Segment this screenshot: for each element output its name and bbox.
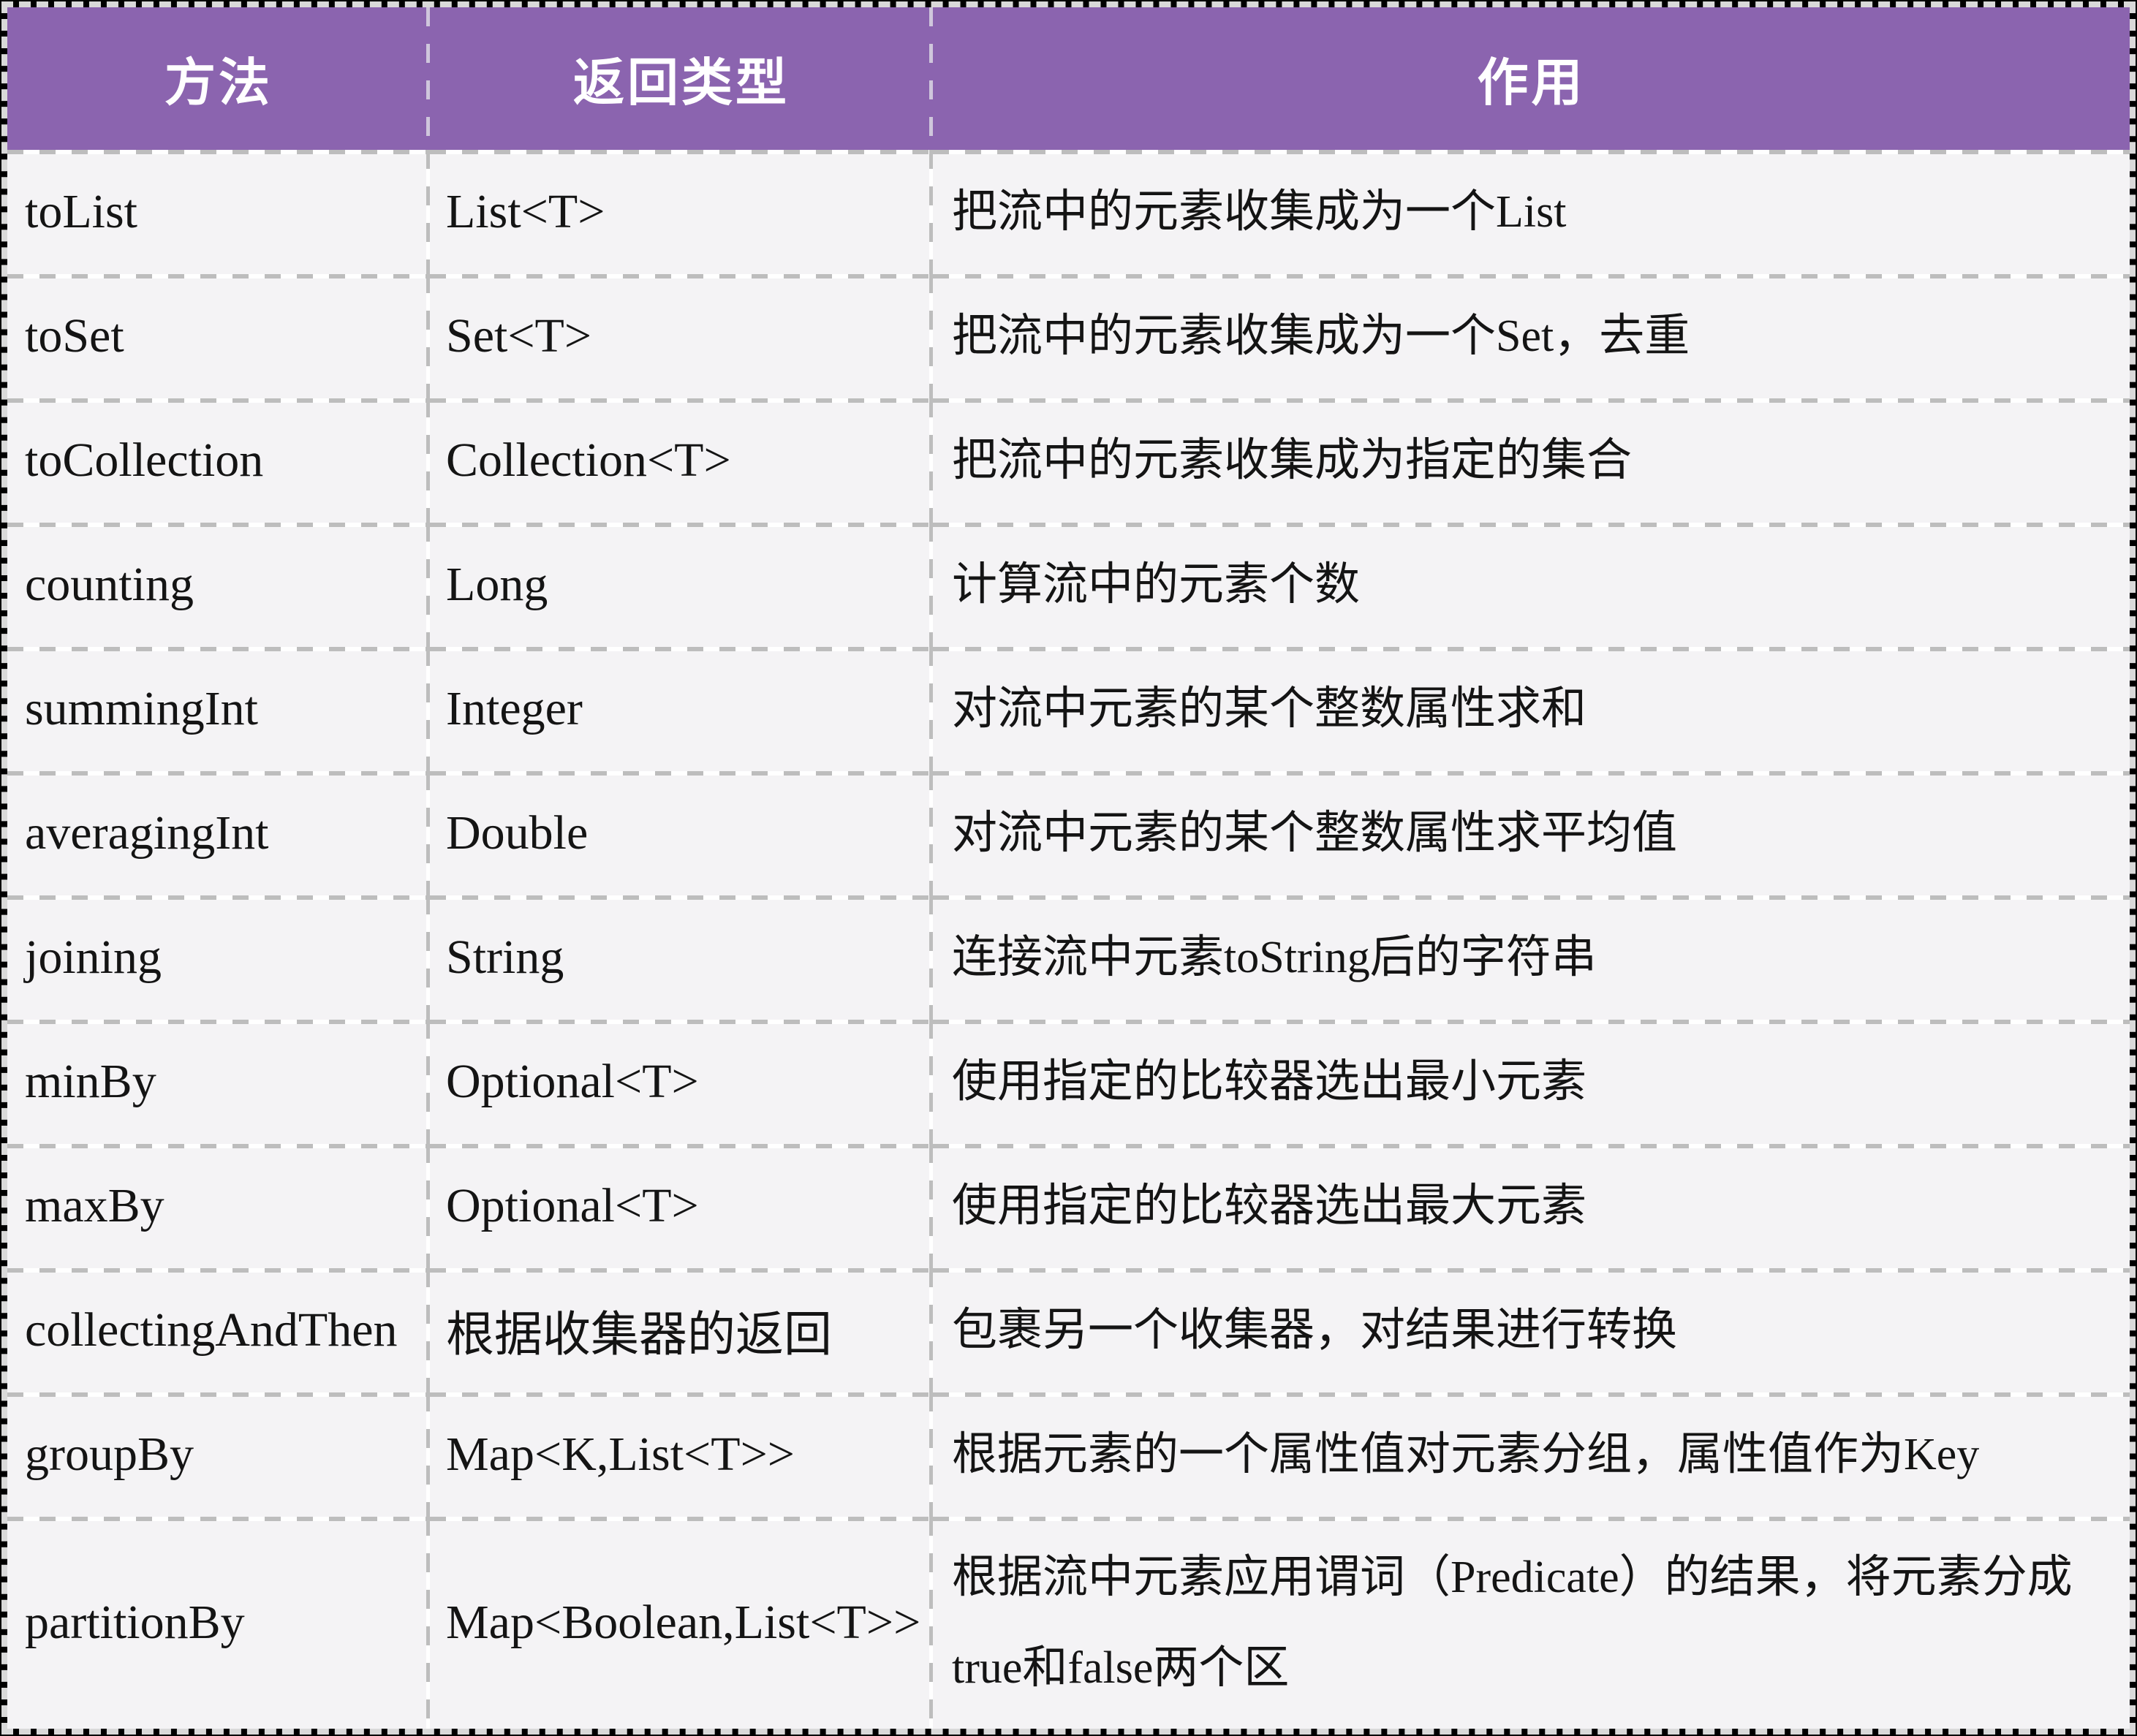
- description-cell: 连接流中元素toString后的字符串: [933, 895, 2130, 1020]
- return-type-cell: Long: [430, 523, 933, 647]
- return-type-cell: List<T>: [430, 150, 933, 274]
- return-type-cell: Integer: [430, 647, 933, 771]
- method-cell: toSet: [7, 274, 430, 398]
- header-cell-method: 方法: [7, 7, 430, 150]
- method-cell: joining: [7, 895, 430, 1020]
- return-type-cell: 根据收集器的返回: [430, 1268, 933, 1392]
- collectors-table-frame: 方法 返回类型 作用 toList List<T> 把流中的元素收集成为一个Li…: [1, 1, 2136, 1735]
- return-type-cell: Optional<T>: [430, 1144, 933, 1268]
- description-cell: 把流中的元素收集成为一个Set，去重: [933, 274, 2130, 398]
- method-cell: toList: [7, 150, 430, 274]
- return-type-cell: String: [430, 895, 933, 1020]
- description-cell: 根据流中元素应用谓词（Predicate）的结果，将元素分成true和false…: [933, 1517, 2130, 1729]
- method-cell: minBy: [7, 1020, 430, 1144]
- collectors-table: 方法 返回类型 作用 toList List<T> 把流中的元素收集成为一个Li…: [7, 7, 2130, 1729]
- description-cell: 包裹另一个收集器，对结果进行转换: [933, 1268, 2130, 1392]
- description-cell: 对流中元素的某个整数属性求和: [933, 647, 2130, 771]
- return-type-cell: Set<T>: [430, 274, 933, 398]
- header-cell-return-type: 返回类型: [430, 7, 933, 150]
- method-cell: summingInt: [7, 647, 430, 771]
- return-type-cell: Double: [430, 771, 933, 895]
- method-cell: partitionBy: [7, 1517, 430, 1729]
- header-cell-purpose: 作用: [933, 7, 2130, 150]
- method-cell: counting: [7, 523, 430, 647]
- return-type-cell: Map<K,List<T>>: [430, 1392, 933, 1517]
- method-cell: averagingInt: [7, 771, 430, 895]
- method-cell: groupBy: [7, 1392, 430, 1517]
- return-type-cell: Map<Boolean,List<T>>: [430, 1517, 933, 1729]
- method-cell: toCollection: [7, 398, 430, 523]
- description-cell: 根据元素的一个属性值对元素分组，属性值作为Key: [933, 1392, 2130, 1517]
- method-cell: maxBy: [7, 1144, 430, 1268]
- description-cell: 把流中的元素收集成为一个List: [933, 150, 2130, 274]
- description-cell: 计算流中的元素个数: [933, 523, 2130, 647]
- description-cell: 使用指定的比较器选出最小元素: [933, 1020, 2130, 1144]
- description-cell: 对流中元素的某个整数属性求平均值: [933, 771, 2130, 895]
- description-cell: 使用指定的比较器选出最大元素: [933, 1144, 2130, 1268]
- return-type-cell: Optional<T>: [430, 1020, 933, 1144]
- return-type-cell: Collection<T>: [430, 398, 933, 523]
- method-cell: collectingAndThen: [7, 1268, 430, 1392]
- description-cell: 把流中的元素收集成为指定的集合: [933, 398, 2130, 523]
